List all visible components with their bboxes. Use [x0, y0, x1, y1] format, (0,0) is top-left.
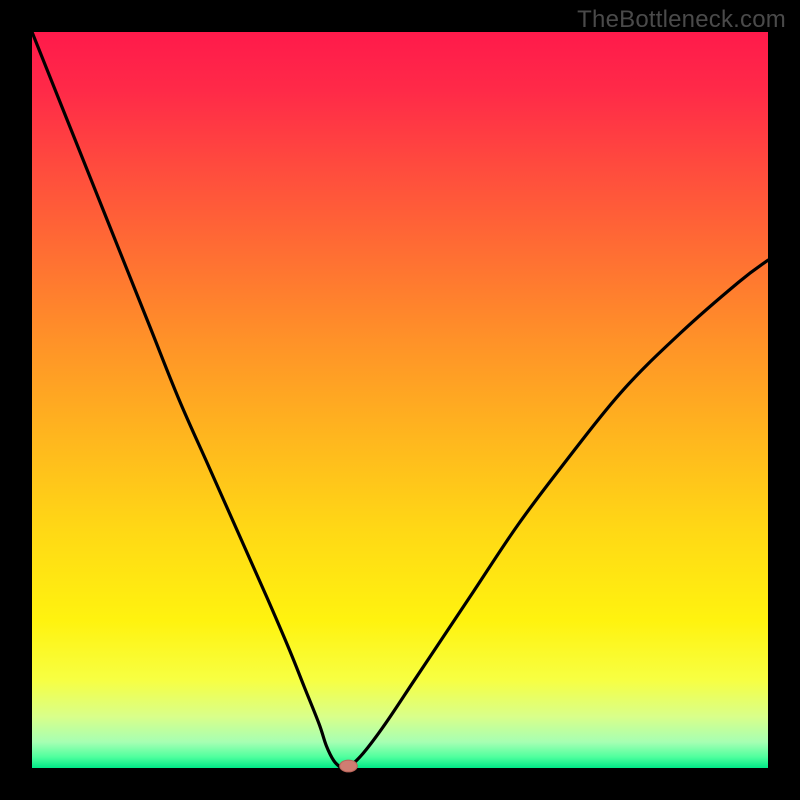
chart-svg [0, 0, 800, 800]
plot-background [32, 32, 768, 768]
optimum-marker [340, 760, 358, 772]
chart-frame: TheBottleneck.com [0, 0, 800, 800]
